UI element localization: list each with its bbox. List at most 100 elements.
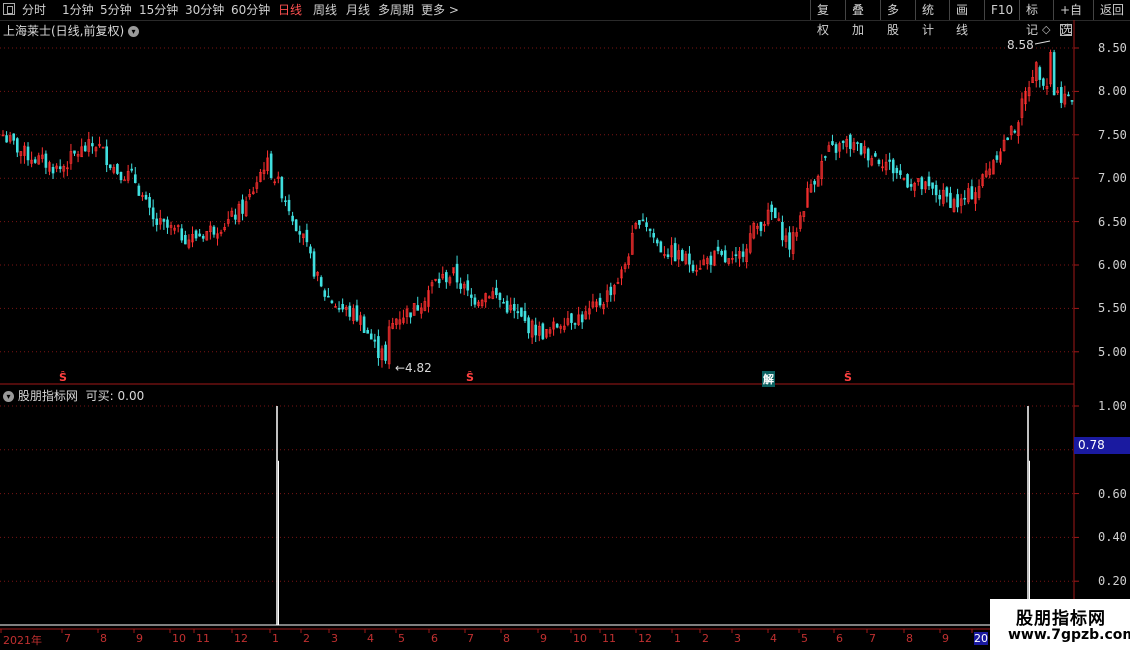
candle-body [895,167,899,174]
candle-body [770,204,773,213]
date-tick-label: 2021年 [3,634,42,647]
candle-body [516,311,520,314]
candle-body [920,177,924,190]
candle-body [891,159,895,174]
date-tick-label: 11 [196,632,210,645]
price-tick-label: 8.50 [1098,41,1127,55]
candle-body [716,246,720,252]
candle-body [938,194,942,200]
candle-body [505,300,509,313]
candle-body [198,233,201,237]
candle-body [337,308,341,310]
candle-body [83,145,87,152]
candle-body [269,153,273,178]
candle-body [416,305,420,311]
date-tick-label: 10 [573,632,587,645]
candle-body [963,197,967,200]
candle-body [659,241,663,253]
candle-body [841,140,845,144]
candle-body [16,138,19,153]
signal-mark: Ŝ [844,371,852,384]
candle-body [495,287,498,296]
candle-body [384,344,387,361]
date-tick-label: 4 [367,632,374,645]
signal-mark: Ŝ [466,371,474,384]
candle-body [541,323,545,340]
candle-body [133,174,137,184]
date-tick-label: 8 [100,632,107,645]
candle-body [1067,94,1070,97]
candle-body [201,235,205,239]
candle-body [44,153,48,168]
candle-body [470,294,473,298]
candle-body [666,254,670,257]
candle-body [691,264,695,272]
candle-body [330,300,334,303]
candle-body [445,272,448,283]
candle-body [641,219,645,222]
candle-body [341,304,344,310]
candle-body [1059,87,1063,103]
candle-body [512,304,516,311]
candle-body [609,286,613,296]
candle-body [119,171,123,181]
candle-body [33,159,37,163]
candle-body [648,228,652,231]
candle-body [437,278,441,284]
candle-body [502,301,505,304]
candle-body [473,297,477,305]
price-tick-label: 5.00 [1098,344,1127,359]
candle-body [859,143,863,155]
kline-chart[interactable] [0,0,1130,650]
candle-body [162,218,166,222]
signal-mark: Ŝ [59,371,67,384]
candle-body [180,228,184,241]
price-tick-label: 7.50 [1098,127,1127,142]
date-tick-label: 8 [906,632,913,645]
candle-body [212,226,216,235]
candle-body [877,159,881,164]
candle-body [373,339,377,342]
candle-body [934,184,938,196]
date-tick-label: 11 [602,632,616,645]
candle-body [298,231,302,235]
indicator-tick-label: 0.40 [1098,530,1127,545]
candle-body [1013,130,1017,133]
candle-body [348,305,352,317]
candle-body [723,250,727,263]
candle-body [813,180,816,185]
candle-body [105,146,108,166]
candle-body [309,246,312,254]
candle-body [831,141,834,145]
candle-body [866,148,870,161]
candle-body [355,305,359,321]
candle-body [26,146,30,161]
candle-body [995,155,999,160]
candle-body [580,314,584,323]
candle-body [459,283,462,289]
candle-body [241,199,244,214]
candle-body [123,179,126,182]
candle-body [709,255,713,265]
candle-body [573,323,577,325]
candle-body [73,150,76,154]
candle-body [970,186,974,200]
candle-body [184,234,187,245]
date-tick-label: 8 [503,632,510,645]
price-tick-label: 6.50 [1098,214,1127,229]
candle-body [909,184,913,187]
price-tick-label: 7.00 [1098,171,1127,186]
candle-body [773,207,777,219]
candle-body [688,253,691,265]
candle-body [534,324,538,336]
candle-body [130,168,134,171]
candle-body [58,166,62,170]
candle-body [51,167,55,174]
candle-body [931,182,934,189]
candle-body [137,185,141,196]
candle-body [194,230,198,239]
indicator-tick-label: 1.00 [1098,399,1127,413]
indicator-tick-label: 0.20 [1098,574,1127,589]
date-tick-label: 5 [398,632,405,645]
date-tick-label: 2 [303,632,310,645]
